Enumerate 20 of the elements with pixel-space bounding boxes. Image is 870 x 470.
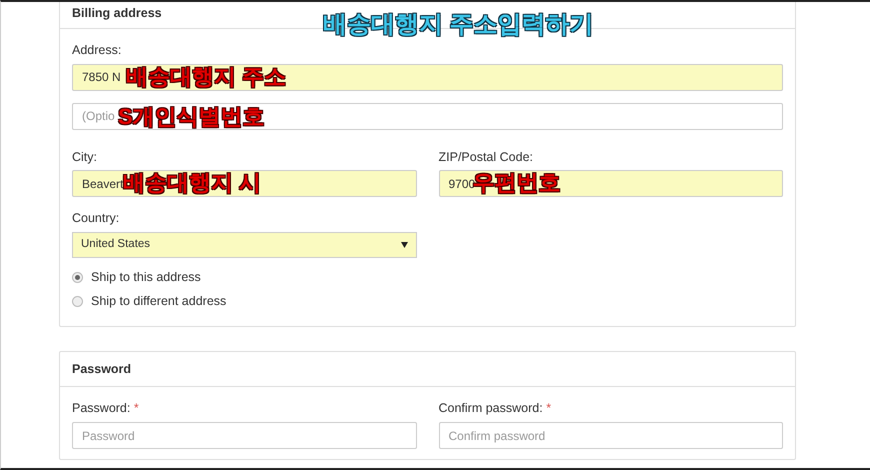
radio-option[interactable]: Ship to this address: [72, 268, 783, 287]
annotation-text: S개인식별번호: [118, 106, 265, 128]
section-title: Password: [60, 352, 795, 388]
field-label: City:: [72, 148, 97, 166]
field-label: Country:: [72, 210, 120, 228]
radio-button[interactable]: [72, 296, 83, 307]
annotation-text: 배송대행지 시: [123, 172, 262, 194]
password-field[interactable]: Password: [72, 422, 416, 449]
annotation-text: 배송대행지 주소: [126, 66, 286, 88]
radio-option[interactable]: Ship to different address: [72, 292, 783, 310]
field-label: ZIP/Postal Code:: [438, 148, 533, 166]
field-label: Password: *: [72, 400, 139, 418]
country-select[interactable]: United States: [72, 232, 416, 258]
password-field[interactable]: Confirm password: [438, 422, 783, 449]
field-label: Confirm password: *: [438, 400, 552, 418]
field-label: Address:: [72, 42, 122, 59]
radio-button[interactable]: [72, 272, 83, 283]
annotation-title: 배송대행지 주소입력하기: [323, 13, 594, 37]
annotation-text: 우편번호: [472, 172, 560, 194]
caret-icon: [400, 242, 408, 248]
